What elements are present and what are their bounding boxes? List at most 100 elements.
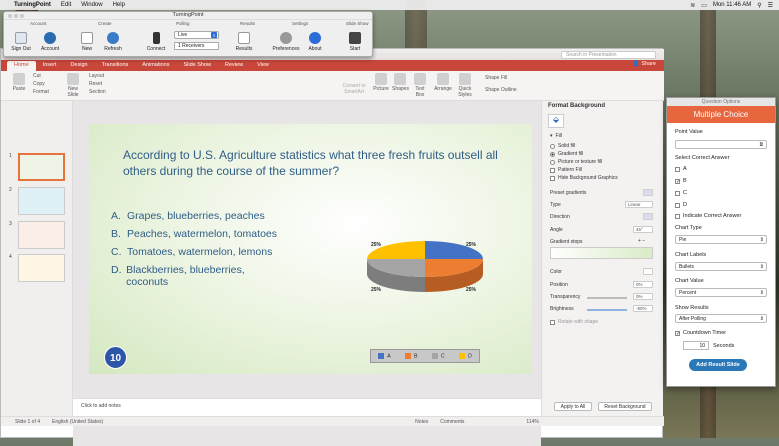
- choice-d-checkbox[interactable]: D: [675, 202, 687, 208]
- shape-outline-button[interactable]: Shape Outline: [485, 87, 517, 93]
- picture-button[interactable]: Picture: [373, 73, 389, 92]
- countdown-badge[interactable]: 10: [104, 346, 127, 369]
- zoom-level[interactable]: 114%: [526, 419, 538, 425]
- chart-legend[interactable]: A B C D: [370, 349, 480, 363]
- position-field[interactable]: 0%: [633, 281, 653, 288]
- receivers-field[interactable]: 1 Receivers: [174, 42, 219, 50]
- slide-question[interactable]: According to U.S. Agriculture statistics…: [123, 147, 503, 179]
- picture-fill-radio[interactable]: Picture or texture fill: [550, 159, 602, 165]
- text-box-button[interactable]: Text Box: [412, 73, 428, 98]
- type-dropdown[interactable]: Linear: [625, 201, 653, 208]
- choice-a-checkbox[interactable]: A: [675, 166, 687, 172]
- start-button[interactable]: Start: [340, 32, 370, 52]
- menu-edit[interactable]: Edit: [61, 2, 71, 8]
- menu-help[interactable]: Help: [113, 2, 125, 8]
- tab-slide-show[interactable]: Slide Show: [176, 61, 218, 71]
- polling-mode-select[interactable]: Live ⇕: [174, 31, 219, 39]
- search-icon[interactable]: ⚲: [757, 2, 761, 9]
- chart-labels-select[interactable]: Bullets: [675, 262, 767, 271]
- brightness-field[interactable]: -90%: [633, 305, 653, 312]
- copy-button[interactable]: Copy: [33, 81, 45, 87]
- paste-button[interactable]: Paste: [9, 73, 29, 92]
- arrange-button[interactable]: Arrange: [434, 73, 452, 92]
- language[interactable]: English (United States): [52, 419, 103, 425]
- preset-gradients-dropdown[interactable]: [643, 189, 653, 196]
- section-button[interactable]: Section: [89, 89, 106, 95]
- solid-fill-radio[interactable]: Solid fill: [550, 143, 575, 149]
- choice-c-checkbox[interactable]: C: [675, 190, 687, 196]
- account-button[interactable]: Account: [35, 32, 65, 52]
- tab-insert[interactable]: Insert: [36, 61, 64, 71]
- answer-c[interactable]: C. Tomatoes, watermelon, lemons: [111, 246, 272, 258]
- slide[interactable]: According to U.S. Agriculture statistics…: [89, 124, 532, 374]
- refresh-button[interactable]: Refresh: [98, 32, 128, 52]
- menu-clock[interactable]: Mon 11:46 AM: [713, 2, 751, 8]
- chart-value-select[interactable]: Percent: [675, 288, 767, 297]
- pattern-fill-checkbox[interactable]: Pattern Fill: [550, 167, 582, 173]
- transparency-field[interactable]: 0%: [633, 293, 653, 300]
- seconds-field[interactable]: 10: [683, 341, 709, 350]
- new-slide-button[interactable]: New Slide: [65, 73, 81, 98]
- tab-transitions[interactable]: Transitions: [95, 61, 136, 71]
- direction-dropdown[interactable]: [643, 213, 653, 220]
- about-button[interactable]: About: [300, 32, 330, 52]
- format-painter-button[interactable]: Format: [33, 89, 49, 95]
- slide-thumbnail[interactable]: [18, 187, 65, 215]
- wifi-icon[interactable]: ≋: [690, 2, 695, 9]
- notes-toggle[interactable]: Notes: [415, 419, 428, 425]
- shapes-button[interactable]: Shapes: [392, 73, 409, 92]
- rotate-checkbox[interactable]: Rotate with shape: [550, 319, 598, 325]
- indicate-correct-checkbox[interactable]: Indicate Correct Answer: [675, 213, 741, 219]
- point-value-field[interactable]: 1: [675, 140, 767, 149]
- gradient-fill-radio[interactable]: Gradient fill: [550, 151, 583, 157]
- hide-graphics-checkbox[interactable]: Hide Background Graphics: [550, 175, 618, 181]
- sign-out-button[interactable]: Sign Out: [6, 32, 36, 52]
- share-button[interactable]: 👤 Share: [633, 61, 656, 67]
- transparency-label: Transparency: [550, 294, 581, 300]
- comments-toggle[interactable]: Comments: [440, 419, 464, 425]
- shape-outline-label: Shape Outline: [485, 87, 517, 93]
- tab-review[interactable]: Review: [218, 61, 250, 71]
- reset-button[interactable]: Reset: [89, 81, 102, 87]
- shape-fill-button[interactable]: Shape Fill: [485, 75, 507, 81]
- battery-icon[interactable]: ▭: [701, 2, 707, 9]
- quick-styles-button[interactable]: Quick Styles: [456, 73, 474, 98]
- choice-b-checkbox[interactable]: ✓ B: [675, 178, 687, 184]
- convert-smartart-button[interactable]: Convert to SmartArt: [339, 83, 369, 95]
- cut-button[interactable]: Cut: [33, 73, 41, 79]
- chart-type-select[interactable]: Pie: [675, 235, 767, 244]
- answer-d[interactable]: D. Blackberries, blueberries, coconuts: [111, 264, 281, 288]
- answer-b[interactable]: B. Peaches, watermelon, tomatoes: [111, 228, 277, 240]
- reset-background-button[interactable]: Reset Background: [598, 402, 652, 411]
- layout-button[interactable]: Layout: [89, 73, 104, 79]
- tab-view[interactable]: View: [250, 61, 276, 71]
- gradient-stops-label: Gradient stops: [550, 239, 583, 245]
- answer-a[interactable]: A. Grapes, blueberries, peaches: [111, 210, 265, 222]
- add-stop-button[interactable]: + −: [638, 238, 645, 244]
- show-results-select[interactable]: After Polling: [675, 314, 767, 323]
- countdown-timer-checkbox[interactable]: ✓ Countdown Timer: [675, 330, 726, 336]
- brightness-slider[interactable]: [587, 309, 627, 311]
- menu-app-name[interactable]: TurningPoint: [14, 2, 51, 8]
- slide-thumbnail[interactable]: [18, 221, 65, 249]
- search-input[interactable]: Search in Presentation: [561, 51, 656, 59]
- transparency-slider[interactable]: [587, 297, 627, 299]
- notes-field[interactable]: Click to add notes: [73, 398, 541, 416]
- fill-bucket-icon[interactable]: ⬙: [548, 114, 564, 128]
- gradient-stops-bar[interactable]: [550, 247, 653, 259]
- tab-home[interactable]: Home: [7, 61, 36, 71]
- fill-section[interactable]: ▾ Fill: [550, 133, 562, 139]
- preferences-button[interactable]: Preferences: [271, 32, 301, 52]
- apply-to-all-button[interactable]: Apply to All: [554, 402, 592, 411]
- slide-thumbnail[interactable]: [18, 153, 65, 181]
- add-result-slide-button[interactable]: Add Result Slide: [689, 359, 747, 371]
- slide-thumbnail[interactable]: [18, 254, 65, 282]
- results-button[interactable]: Results: [229, 32, 259, 52]
- menu-list-icon[interactable]: ☰: [768, 2, 773, 9]
- color-picker[interactable]: [643, 268, 653, 275]
- tab-design[interactable]: Design: [63, 61, 94, 71]
- angle-field[interactable]: 45°: [633, 226, 653, 233]
- menu-window[interactable]: Window: [81, 2, 102, 8]
- tab-animations[interactable]: Animations: [135, 61, 176, 71]
- connect-button[interactable]: Connect: [141, 32, 171, 52]
